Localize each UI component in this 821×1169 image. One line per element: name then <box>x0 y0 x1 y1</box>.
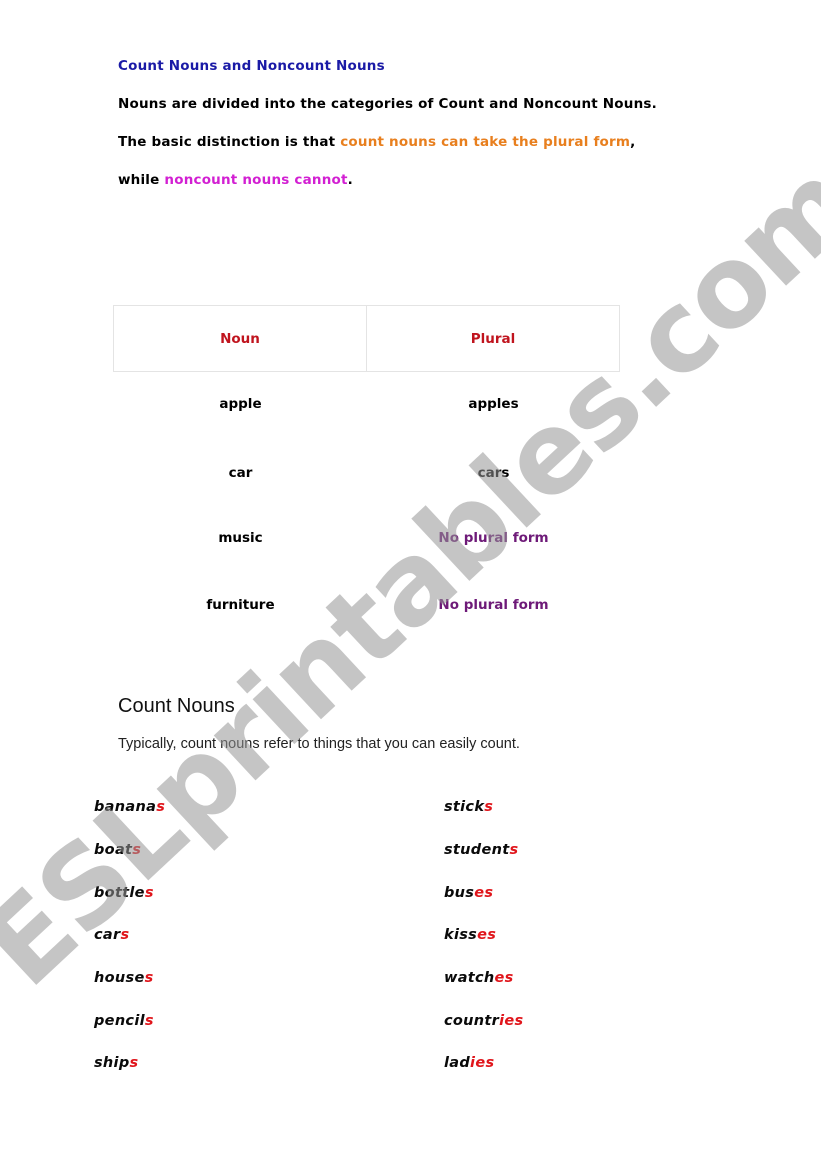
plural-suffix: es <box>494 970 514 986</box>
intro-line-2-prefix: The basic distinction is that <box>118 134 341 150</box>
worksheet-page: Count Nouns and Noncount Nouns Nouns are… <box>0 0 821 1169</box>
word-stem: pencil <box>94 1013 145 1029</box>
word-stem: lad <box>444 1055 471 1071</box>
plural-word: houses <box>94 970 154 986</box>
plural-suffix: s <box>132 842 142 858</box>
plural-word: countries <box>444 1013 523 1029</box>
table-cell-plural: cars <box>477 465 510 481</box>
plural-word: bananas <box>94 799 165 815</box>
plural-suffix: s <box>144 885 154 901</box>
word-stem: countr <box>444 1013 500 1029</box>
plural-word: pencils <box>94 1013 154 1029</box>
table-cell-noun: furniture <box>206 597 275 613</box>
plural-suffix: ies <box>470 1055 495 1071</box>
plural-suffix: s <box>144 970 154 986</box>
table-cell-noun: car <box>228 465 253 481</box>
plural-word: students <box>444 842 518 858</box>
noun-plural-table: Noun Plural <box>113 305 621 372</box>
plural-suffix: s <box>484 799 494 815</box>
word-stem: ship <box>94 1055 130 1071</box>
plural-word: sticks <box>444 799 493 815</box>
intro-line-1: Nouns are divided into the categories of… <box>118 96 657 112</box>
plural-word: kisses <box>444 927 496 943</box>
plural-suffix: es <box>474 885 494 901</box>
word-stem: banana <box>94 799 157 815</box>
plural-suffix: s <box>120 927 130 943</box>
word-stem: boat <box>94 842 133 858</box>
table-cell-plural: apples <box>468 396 519 412</box>
header-plural: Plural <box>365 305 621 372</box>
plural-suffix: ies <box>499 1013 524 1029</box>
noncount-nouns-highlight: noncount nouns cannot <box>164 172 348 188</box>
plural-suffix: s <box>144 1013 154 1029</box>
count-nouns-highlight: count nouns can take the plural form <box>340 134 631 150</box>
table-cell-noun: music <box>218 530 263 546</box>
word-stem: house <box>94 970 145 986</box>
word-stem: stick <box>444 799 485 815</box>
plural-suffix: s <box>129 1055 139 1071</box>
word-stem: student <box>444 842 510 858</box>
intro-line-3-suffix: . <box>347 172 354 188</box>
plural-suffix: s <box>509 842 519 858</box>
plural-word: ladies <box>444 1055 494 1071</box>
plural-word: watches <box>444 970 514 986</box>
table-cell-plural-none: No plural form <box>438 530 549 546</box>
plural-word: boats <box>94 842 141 858</box>
intro-line-2-suffix: , <box>630 134 636 150</box>
plural-suffix: es <box>477 927 497 943</box>
plural-word: bottles <box>94 885 154 901</box>
header-noun: Noun <box>113 305 367 372</box>
plural-word: buses <box>444 885 493 901</box>
intro-line-3-prefix: while <box>118 172 165 188</box>
worksheet-title: Count Nouns and Noncount Nouns <box>118 58 385 74</box>
word-stem: watch <box>444 970 495 986</box>
word-stem: bottle <box>94 885 145 901</box>
word-stem: car <box>94 927 121 943</box>
word-stem: kiss <box>444 927 478 943</box>
plural-word: cars <box>94 927 129 943</box>
intro-line-3: while noncount nouns cannot. <box>118 172 353 188</box>
intro-line-2: The basic distinction is that count noun… <box>118 134 636 150</box>
plural-word: ships <box>94 1055 138 1071</box>
word-stem: bus <box>444 885 475 901</box>
count-nouns-description: Typically, count nouns refer to things t… <box>118 736 520 752</box>
table-cell-plural-none: No plural form <box>438 597 549 613</box>
plural-suffix: s <box>156 799 166 815</box>
table-cell-noun: apple <box>219 396 262 412</box>
watermark: ESLprintables.com <box>0 138 821 1012</box>
count-nouns-heading: Count Nouns <box>118 695 235 717</box>
